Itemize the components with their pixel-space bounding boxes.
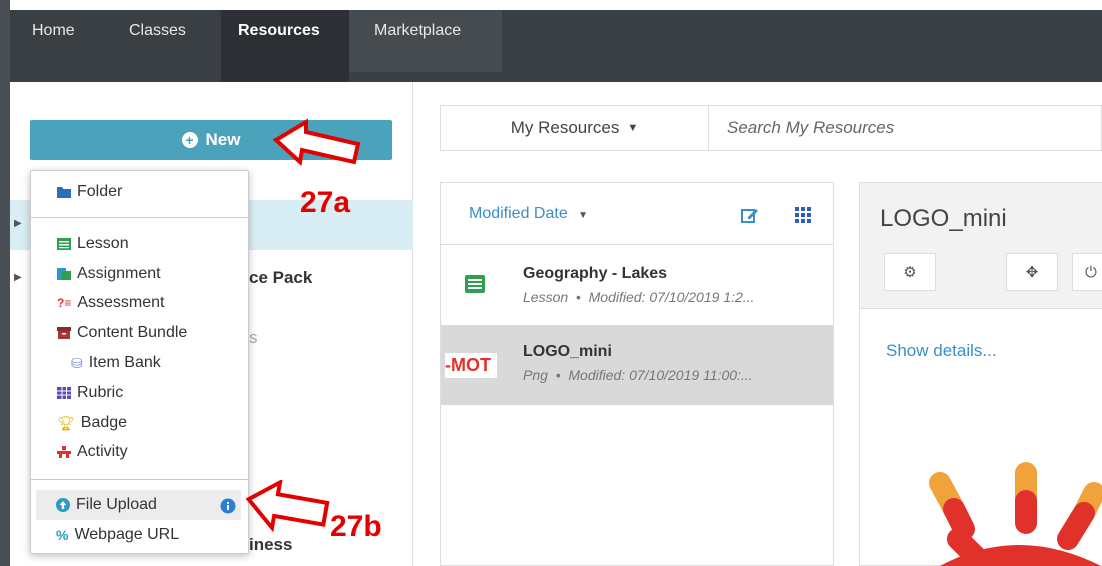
top-margin — [0, 0, 1102, 10]
nav-classes[interactable]: Classes — [129, 22, 186, 40]
menu-item-item-bank[interactable]: ⛁ Item Bank — [71, 354, 161, 372]
assessment-icon: ?≡ — [57, 296, 72, 310]
menu-item-webpage-url[interactable]: % Webpage URL — [56, 526, 179, 544]
lesson-icon — [465, 275, 485, 293]
edit-icon[interactable] — [741, 207, 759, 223]
resource-scope-dropdown[interactable]: My Resources ▼ — [441, 106, 709, 150]
menu-item-label: Item Bank — [88, 354, 161, 371]
list-header: Modified Date ▼ — [441, 183, 833, 245]
resource-list-panel: Modified Date ▼ Geography - Lakes Lesson… — [440, 182, 834, 566]
resource-detail-panel: LOGO_mini ⚙ ✥ ⏻ Show details... — [859, 182, 1102, 566]
menu-item-assignment[interactable]: Assignment — [57, 265, 161, 283]
trophy-icon: 🏆︎ — [57, 414, 75, 431]
tree-item-faded: s — [249, 328, 258, 347]
activity-icon — [57, 446, 71, 458]
more-button[interactable]: ⏻ — [1072, 253, 1102, 291]
annotation-label-27b: 27b — [330, 510, 382, 543]
active-tab-highlight — [221, 10, 349, 82]
menu-item-label: Rubric — [77, 384, 124, 401]
logo-preview-image — [929, 462, 1102, 566]
menu-item-label: Lesson — [77, 235, 129, 252]
tree-item-business[interactable]: iness — [249, 535, 292, 555]
info-icon[interactable] — [220, 498, 236, 514]
menu-item-file-upload[interactable]: File Upload — [56, 496, 157, 514]
content-bundle-icon — [57, 327, 71, 339]
item-title[interactable]: Geography - Lakes — [523, 265, 667, 283]
item-meta: Png • Modified: 07/10/2019 11:00:... — [523, 367, 753, 383]
annotation-arrow-27a — [272, 118, 361, 166]
link-icon: % — [56, 527, 69, 543]
item-type: Png — [523, 367, 548, 383]
gear-icon: ⚙ — [903, 264, 917, 281]
menu-item-assessment[interactable]: ?≡ Assessment — [57, 294, 164, 312]
menu-divider — [31, 479, 248, 480]
caret-down-icon: ▼ — [627, 122, 639, 134]
left-edge — [0, 0, 10, 566]
list-item-selected[interactable]: -MOT LOGO_mini Png • Modified: 07/10/201… — [441, 325, 833, 405]
grid-view-icon[interactable] — [795, 207, 811, 223]
menu-item-label: File Upload — [76, 496, 157, 513]
new-button-label: New — [205, 130, 241, 149]
list-item[interactable]: Geography - Lakes Lesson • Modified: 07/… — [441, 245, 833, 325]
marketplace-tab-bg — [349, 10, 502, 72]
item-bank-icon: ⛁ — [71, 354, 83, 371]
menu-item-label: Content Bundle — [77, 324, 188, 341]
assignment-icon — [57, 268, 71, 280]
scope-label: My Resources — [510, 118, 620, 137]
lesson-icon — [57, 238, 71, 250]
item-meta: Lesson • Modified: 07/10/2019 1:2... — [523, 289, 755, 305]
menu-item-label: Webpage URL — [74, 526, 180, 543]
detail-title: LOGO_mini — [880, 205, 1007, 232]
move-icon: ✥ — [1025, 264, 1039, 281]
search-input[interactable]: Search My Resources — [727, 118, 894, 138]
menu-item-label: Assignment — [77, 265, 161, 282]
image-thumbnail: -MOT — [445, 353, 497, 378]
menu-item-rubric[interactable]: Rubric — [57, 384, 123, 402]
expand-caret-icon[interactable]: ▶ — [14, 218, 22, 229]
settings-button[interactable]: ⚙ — [884, 253, 936, 291]
move-button[interactable]: ✥ — [1006, 253, 1058, 291]
menu-item-content-bundle[interactable]: Content Bundle — [57, 324, 187, 342]
nav-home[interactable]: Home — [32, 22, 75, 40]
nav-resources[interactable]: Resources — [238, 22, 320, 40]
folder-icon — [57, 187, 71, 198]
detail-header: LOGO_mini ⚙ ✥ ⏻ — [860, 183, 1102, 309]
expand-caret-icon[interactable]: ▶ — [14, 272, 22, 283]
sort-dropdown[interactable]: Modified Date ▼ — [469, 205, 588, 223]
menu-item-activity[interactable]: Activity — [57, 443, 128, 461]
menu-item-label: Badge — [80, 414, 128, 431]
menu-item-label: Activity — [77, 443, 128, 460]
search-bar: My Resources ▼ Search My Resources — [440, 105, 1102, 151]
menu-item-label: Folder — [77, 183, 123, 200]
caret-down-icon: ▼ — [578, 210, 589, 221]
top-nav-bar — [10, 10, 1102, 82]
annotation-label-27a: 27a — [300, 186, 351, 219]
item-title[interactable]: LOGO_mini — [523, 343, 612, 361]
show-details-link[interactable]: Show details... — [886, 341, 997, 361]
item-type: Lesson — [523, 289, 569, 305]
plus-circle-icon: + — [181, 132, 198, 148]
upload-icon — [56, 498, 70, 512]
menu-item-lesson[interactable]: Lesson — [57, 235, 129, 253]
annotation-arrow-27b — [245, 480, 330, 532]
item-modified: Modified: 07/10/2019 1:2... — [588, 289, 755, 305]
power-icon: ⏻ — [1085, 263, 1097, 281]
nav-marketplace[interactable]: Marketplace — [374, 22, 461, 40]
rubric-icon — [57, 387, 71, 399]
menu-divider — [31, 217, 248, 218]
menu-item-label: Assessment — [77, 294, 165, 311]
menu-item-badge[interactable]: 🏆︎ Badge — [57, 414, 127, 432]
item-modified: Modified: 07/10/2019 11:00:... — [568, 367, 753, 383]
sort-label: Modified Date — [469, 205, 568, 222]
menu-item-folder[interactable]: Folder — [57, 183, 122, 201]
